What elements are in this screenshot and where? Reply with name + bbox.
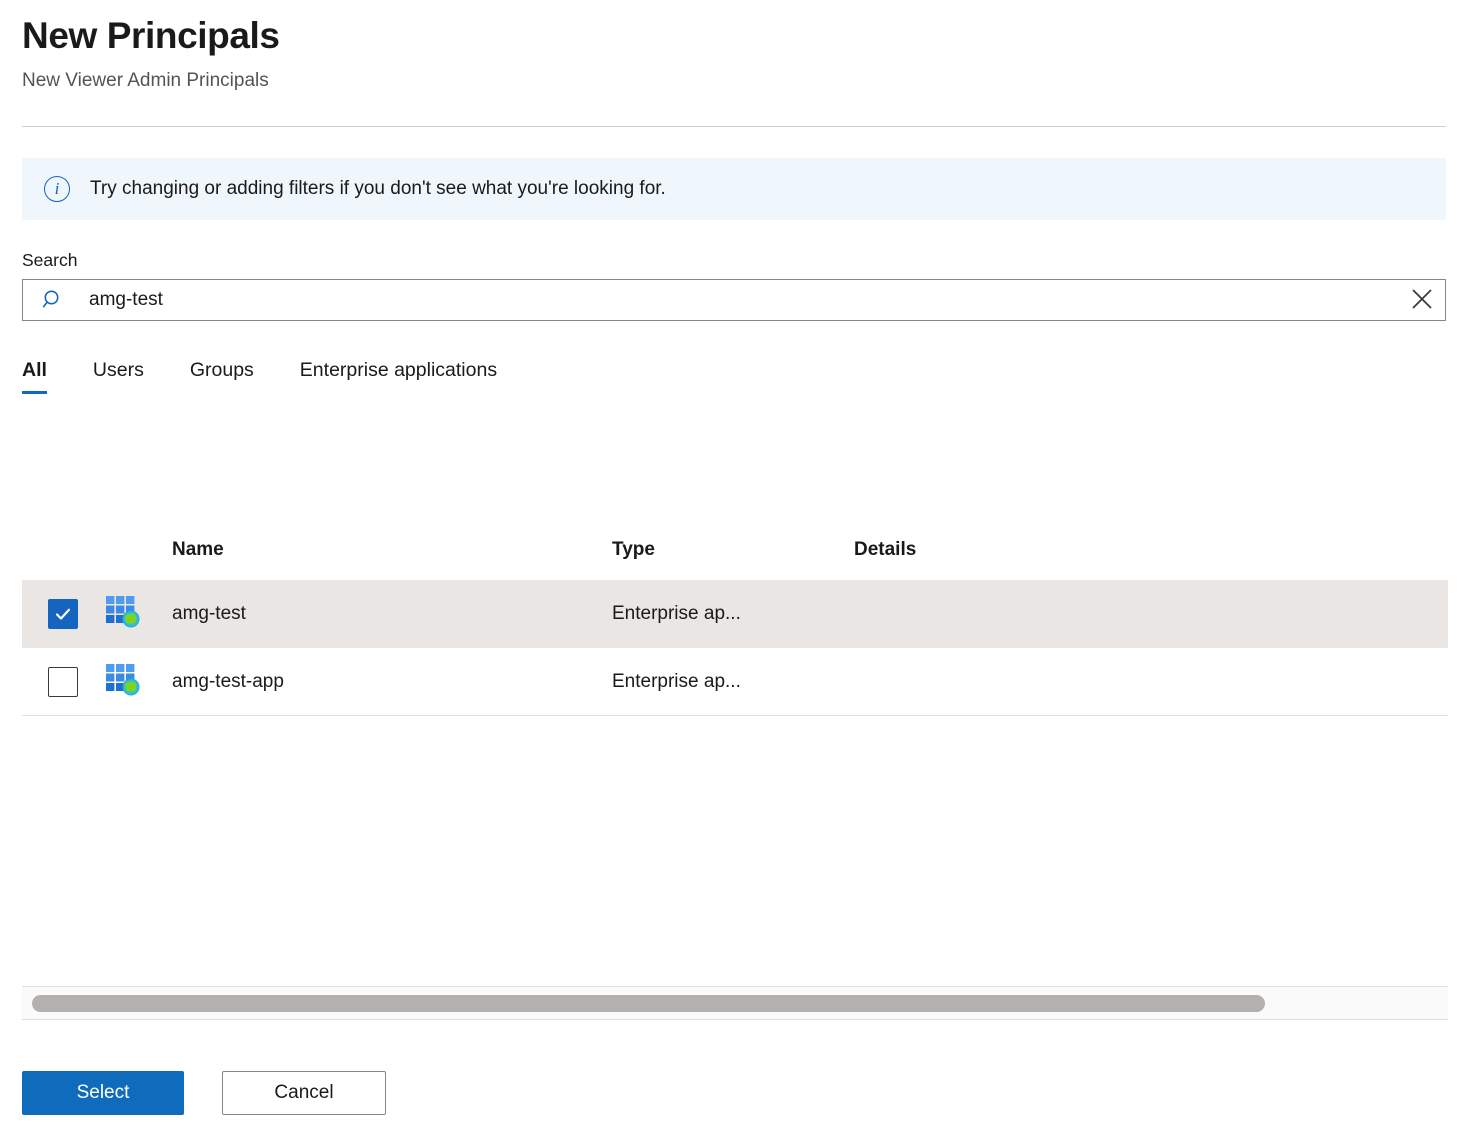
column-header-details: Details — [854, 539, 1094, 561]
clear-search-button[interactable] — [1399, 280, 1445, 320]
enterprise-application-icon — [104, 662, 172, 702]
column-header-type: Type — [612, 539, 854, 561]
search-block: Search — [22, 250, 1446, 321]
tab-users[interactable]: Users — [93, 359, 144, 394]
search-label: Search — [22, 250, 1446, 271]
check-icon — [53, 604, 73, 624]
tab-enterprise-applications[interactable]: Enterprise applications — [300, 359, 497, 394]
row-checkbox[interactable] — [48, 599, 78, 629]
panel-header: New Principals New Viewer Admin Principa… — [0, 0, 1468, 94]
row-name: amg-test-app — [172, 671, 612, 693]
row-type: Enterprise ap... — [612, 603, 854, 625]
search-icon — [41, 288, 65, 312]
row-icon-cell — [86, 594, 172, 634]
info-banner: i Try changing or adding filters if you … — [22, 158, 1446, 220]
search-box[interactable] — [22, 279, 1446, 321]
column-header-name: Name — [172, 539, 612, 561]
page-subtitle: New Viewer Admin Principals — [22, 68, 1446, 94]
enterprise-application-icon — [104, 594, 172, 634]
cancel-button[interactable]: Cancel — [222, 1071, 386, 1115]
scrollbar-thumb[interactable] — [32, 995, 1265, 1012]
row-checkbox[interactable] — [48, 667, 78, 697]
row-type: Enterprise ap... — [612, 671, 854, 693]
row-icon-cell — [86, 662, 172, 702]
search-input[interactable] — [65, 280, 1399, 320]
tab-groups[interactable]: Groups — [190, 359, 254, 394]
table-row[interactable]: amg-test-app Enterprise ap... — [22, 648, 1448, 716]
horizontal-scrollbar[interactable] — [22, 986, 1448, 1020]
close-icon — [1409, 286, 1435, 315]
row-name: amg-test — [172, 603, 612, 625]
header-divider — [22, 126, 1446, 127]
panel-footer: Select Cancel — [22, 1071, 386, 1115]
select-button[interactable]: Select — [22, 1071, 184, 1115]
tab-all[interactable]: All — [22, 359, 47, 394]
page-title: New Principals — [22, 14, 1446, 58]
table-row[interactable]: amg-test Enterprise ap... — [22, 580, 1448, 648]
principal-type-tabs: All Users Groups Enterprise applications — [22, 359, 1446, 394]
row-select-cell[interactable] — [22, 599, 86, 629]
info-circle-icon: i — [44, 176, 70, 202]
info-banner-message: Try changing or adding filters if you do… — [90, 177, 666, 201]
new-principals-panel: New Principals New Viewer Admin Principa… — [0, 0, 1468, 1144]
row-select-cell[interactable] — [22, 667, 86, 697]
principals-list: Name Type Details — [22, 520, 1448, 992]
table-header-row: Name Type Details — [22, 520, 1448, 580]
